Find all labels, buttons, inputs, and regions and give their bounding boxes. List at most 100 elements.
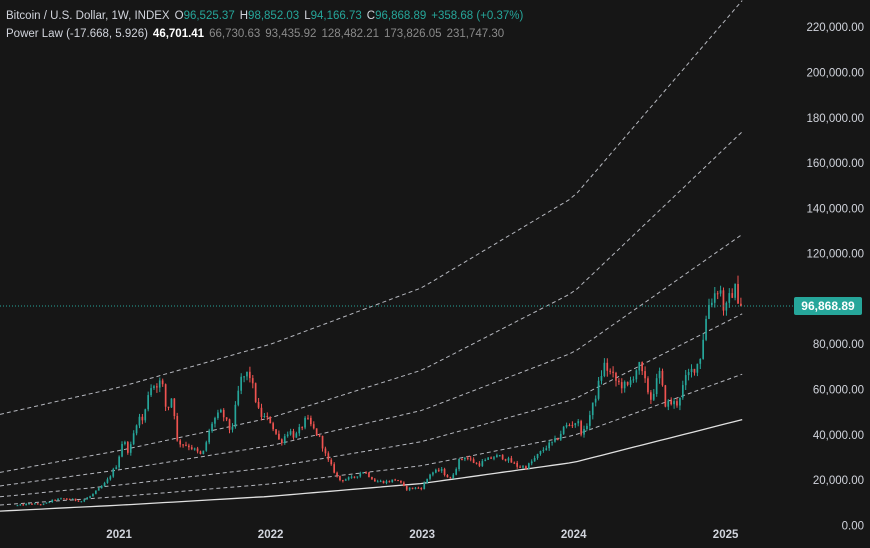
candle xyxy=(379,479,382,483)
candle xyxy=(469,456,472,462)
candle xyxy=(562,425,565,435)
candle-body xyxy=(455,469,457,475)
candle xyxy=(112,467,115,478)
candle xyxy=(182,444,184,448)
candle xyxy=(510,455,513,463)
candle-body xyxy=(156,386,158,388)
candle-body xyxy=(249,371,251,379)
candle-body xyxy=(208,431,210,443)
power-law-band1-line xyxy=(0,373,743,506)
candle-body xyxy=(702,339,704,359)
candle xyxy=(257,398,260,409)
candle-body xyxy=(638,362,641,371)
candle xyxy=(344,478,347,481)
y-tick-label: 120,000.00 xyxy=(806,249,864,261)
candle xyxy=(310,415,312,427)
candle-body xyxy=(385,481,388,484)
chart-panel[interactable]: 0.00 20,000.00 40,000.00 60,000.00 80,000.00… xyxy=(0,0,870,548)
candle xyxy=(283,433,286,445)
symbol-legend[interactable]: Bitcoin / U.S. Dollar, 1W, INDEX O96,525.… xyxy=(6,9,523,23)
indicator-legend[interactable]: Power Law (-17.668, 5.926) 46,701.41 66,73… xyxy=(6,27,504,41)
candle xyxy=(97,487,100,491)
candle xyxy=(199,450,202,455)
candle xyxy=(696,363,699,377)
candle xyxy=(295,431,298,438)
candle-body xyxy=(690,368,693,372)
candle xyxy=(504,458,507,462)
candle-body xyxy=(234,404,237,427)
candle-body xyxy=(269,416,272,424)
candle xyxy=(243,375,245,383)
candle xyxy=(106,477,109,484)
open-value: 96,525.37 xyxy=(183,10,235,22)
low-value: 94,166.73 xyxy=(310,10,362,22)
candle xyxy=(661,368,664,387)
candle-body xyxy=(513,462,516,464)
candle xyxy=(368,472,370,478)
candle-body xyxy=(533,458,536,462)
close-label: C xyxy=(366,10,376,22)
candle-body xyxy=(586,425,588,429)
candle xyxy=(583,425,585,438)
candle-body xyxy=(158,380,161,388)
candle xyxy=(728,288,731,308)
candle-body xyxy=(528,463,530,469)
candle-body xyxy=(519,466,521,468)
candle-body xyxy=(179,440,181,445)
candle-body xyxy=(577,421,580,424)
candle xyxy=(600,370,603,385)
candle-body xyxy=(310,417,312,425)
candle xyxy=(289,428,292,436)
candle-body xyxy=(237,390,240,405)
candle xyxy=(109,475,112,481)
candle xyxy=(249,366,251,383)
candle-body xyxy=(591,402,594,416)
candle-body xyxy=(324,448,327,454)
candle-body xyxy=(539,451,542,454)
candle-body xyxy=(66,498,68,500)
candle-body xyxy=(708,305,710,319)
candle-body xyxy=(496,455,498,458)
last-price-tag[interactable]: 96,868.89 xyxy=(794,297,862,315)
candle-body xyxy=(574,423,577,426)
candle xyxy=(405,485,408,491)
candle xyxy=(493,456,495,461)
candle-body xyxy=(440,469,443,471)
candlestick-series xyxy=(16,275,742,507)
candle xyxy=(440,467,443,473)
y-tick-label: 80,000.00 xyxy=(813,339,864,351)
candle-body xyxy=(589,415,591,426)
candle xyxy=(400,480,402,484)
candle-body xyxy=(655,378,658,394)
candle-body xyxy=(161,380,164,385)
candle xyxy=(292,428,295,440)
candle xyxy=(36,502,39,505)
candle xyxy=(202,450,205,455)
y-axis: 0.00 20,000.00 40,000.00 60,000.00 80,000.00… xyxy=(806,22,864,532)
candle-body xyxy=(461,459,463,460)
candle-body xyxy=(435,469,437,473)
candle xyxy=(124,440,126,446)
candle xyxy=(66,498,68,500)
candle xyxy=(513,461,516,464)
candle-body xyxy=(411,487,414,489)
candle xyxy=(164,383,167,411)
candle-body xyxy=(330,459,333,465)
candle-body xyxy=(600,376,603,381)
y-tick-label: 40,000.00 xyxy=(813,430,864,442)
candle-body xyxy=(260,407,263,418)
candle-body xyxy=(22,504,25,506)
btc-power-law-chart[interactable]: 0.00 20,000.00 40,000.00 60,000.00 80,000.00… xyxy=(0,0,870,548)
x-tick-label: 2024 xyxy=(561,529,587,541)
candle-body xyxy=(147,395,149,410)
candle xyxy=(722,287,725,316)
candle-body xyxy=(551,441,553,443)
candle-body xyxy=(583,429,585,435)
candle xyxy=(103,481,106,487)
candle-body xyxy=(170,398,173,408)
candle-body xyxy=(266,416,269,417)
candle xyxy=(217,409,219,420)
candle-body xyxy=(124,442,126,444)
candle xyxy=(507,456,510,463)
candle-body xyxy=(667,400,670,407)
